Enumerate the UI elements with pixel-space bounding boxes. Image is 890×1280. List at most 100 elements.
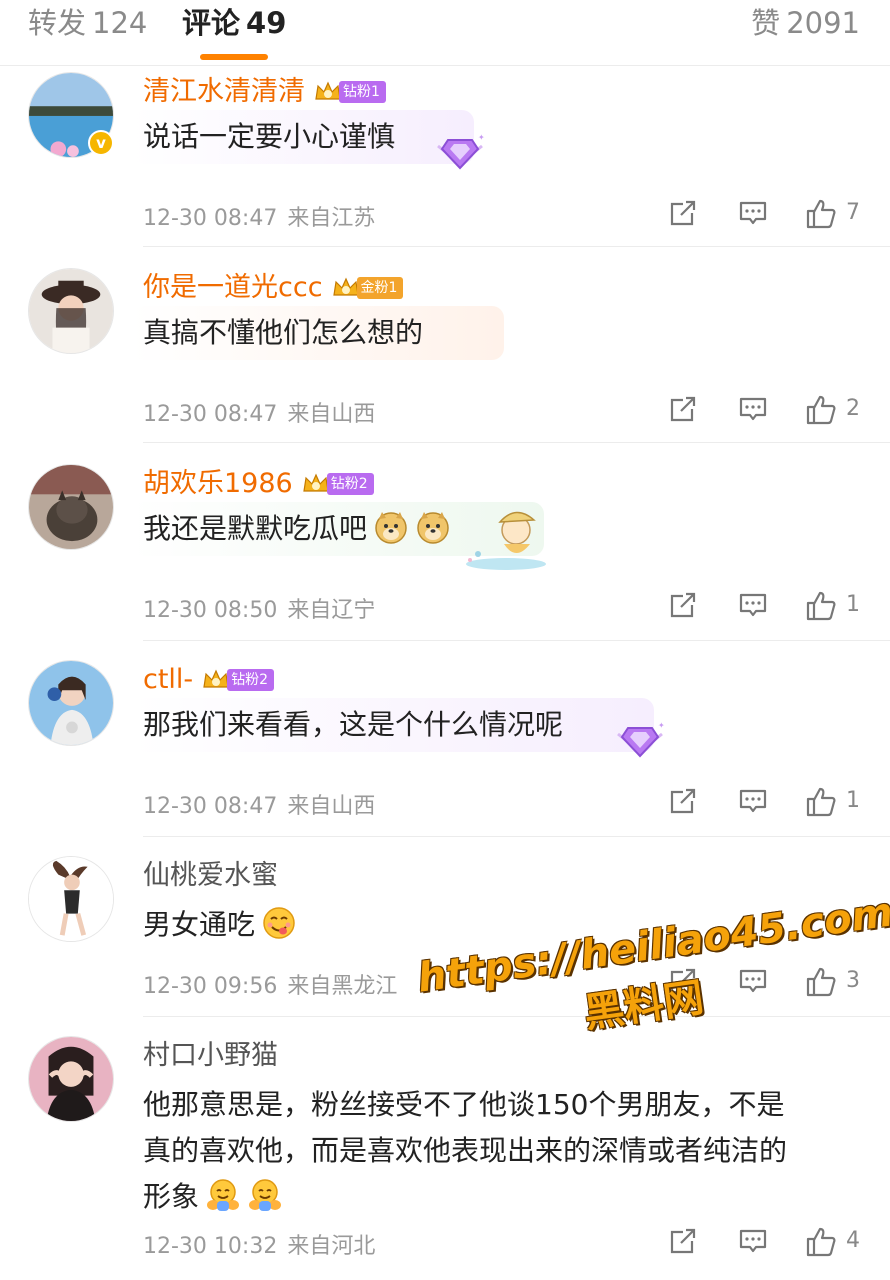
like-count: 1 bbox=[846, 592, 860, 617]
share-icon bbox=[670, 788, 696, 814]
comment-actions: 7 bbox=[0, 198, 890, 230]
username[interactable]: 村口小野猫 bbox=[143, 1039, 278, 1073]
username[interactable]: 仙桃爱水蜜 bbox=[143, 859, 278, 893]
share-button[interactable] bbox=[668, 1226, 698, 1256]
verified-icon: v bbox=[88, 130, 114, 156]
like-button[interactable] bbox=[805, 394, 837, 426]
like-button[interactable] bbox=[805, 198, 837, 230]
thumbs-up-icon bbox=[806, 787, 836, 817]
share-icon bbox=[670, 1228, 696, 1254]
svg-text:✦: ✦ bbox=[478, 133, 485, 142]
reply-button[interactable] bbox=[738, 590, 768, 620]
comment-text: 说话一定要小心谨慎 bbox=[143, 120, 396, 153]
share-icon bbox=[670, 200, 696, 226]
tab-comments[interactable]: 评论 49 bbox=[182, 6, 286, 40]
thumbs-up-icon bbox=[806, 967, 836, 997]
username[interactable]: 你是一道光ccc bbox=[143, 271, 323, 305]
thumbs-up-icon bbox=[806, 395, 836, 425]
comment-actions: 1 bbox=[0, 590, 890, 622]
share-button[interactable] bbox=[668, 786, 698, 816]
share-button[interactable] bbox=[668, 394, 698, 424]
fan-badge-label: 钻粉2 bbox=[227, 669, 275, 691]
comment-icon bbox=[739, 1229, 767, 1253]
comment-text: 那我们来看看，这是个什么情况呢 bbox=[143, 708, 564, 741]
fan-badge-label: 钻粉1 bbox=[339, 81, 386, 103]
diamond-decoration-icon: ✦ bbox=[437, 133, 485, 170]
thumbs-up-icon bbox=[806, 199, 836, 229]
tab-likes[interactable]: 赞 2091 bbox=[751, 6, 860, 40]
fan-badge: 钻粉2 bbox=[201, 667, 275, 693]
tab-repost[interactable]: 转发 124 bbox=[28, 6, 147, 40]
doge-emoji-icon bbox=[417, 512, 449, 544]
avatar[interactable] bbox=[28, 1036, 114, 1122]
fan-badge-label: 钻粉2 bbox=[326, 473, 374, 495]
thumbs-up-icon bbox=[806, 1227, 836, 1257]
tab-comments-count: 49 bbox=[246, 6, 287, 40]
comment-text-value: 我还是默默吃瓜吧 bbox=[143, 512, 368, 545]
comment-icon bbox=[739, 201, 767, 225]
yummy-emoji-icon bbox=[263, 907, 295, 939]
reply-button[interactable] bbox=[738, 394, 768, 424]
watermark-name: 黑料网 bbox=[581, 974, 707, 1037]
comment-text: 男女通吃 bbox=[143, 902, 843, 948]
share-icon bbox=[670, 592, 696, 618]
avatar[interactable] bbox=[28, 660, 114, 746]
comment-text-line: 形象 bbox=[143, 1180, 200, 1213]
comment-actions: 2 bbox=[0, 394, 890, 426]
thumbs-up-icon bbox=[806, 591, 836, 621]
reply-button[interactable] bbox=[738, 1226, 768, 1256]
comment-text: 真搞不懂他们怎么想的 bbox=[143, 316, 424, 349]
like-button[interactable] bbox=[805, 786, 837, 818]
share-button[interactable] bbox=[668, 966, 698, 996]
comment-icon bbox=[739, 397, 767, 421]
comment-actions: 1 bbox=[0, 786, 890, 818]
reply-button[interactable] bbox=[738, 966, 768, 996]
divider bbox=[143, 442, 890, 443]
reply-button[interactable] bbox=[738, 786, 768, 816]
comment-actions: 4 bbox=[0, 1226, 890, 1258]
cartoon-decoration-icon bbox=[466, 511, 546, 570]
share-icon bbox=[670, 968, 696, 994]
comment-tab-bar: 转发 124 评论 49 赞 2091 bbox=[0, 0, 890, 66]
divider bbox=[143, 246, 890, 247]
like-button[interactable] bbox=[805, 1226, 837, 1258]
comment-text-line: 真的喜欢他，而是喜欢他表现出来的深情或者纯洁的 bbox=[143, 1134, 788, 1167]
share-icon bbox=[670, 396, 696, 422]
divider bbox=[143, 640, 890, 641]
tab-repost-count: 124 bbox=[92, 6, 148, 40]
hug-emoji-icon bbox=[207, 1179, 240, 1211]
fan-badge: 钻粉2 bbox=[301, 471, 374, 497]
like-count: 1 bbox=[846, 788, 860, 813]
username[interactable]: 胡欢乐1986 bbox=[143, 467, 293, 501]
like-button[interactable] bbox=[805, 590, 837, 622]
svg-text:✦: ✦ bbox=[658, 721, 665, 730]
tab-likes-label: 赞 bbox=[751, 6, 781, 40]
comment-text-value: 男女通吃 bbox=[143, 908, 256, 941]
comment-icon bbox=[739, 969, 767, 993]
like-count: 4 bbox=[846, 1228, 860, 1253]
divider bbox=[143, 1016, 890, 1017]
comment-icon bbox=[739, 789, 767, 813]
tab-comments-label: 评论 bbox=[182, 6, 241, 40]
avatar[interactable] bbox=[28, 856, 114, 942]
like-button[interactable] bbox=[805, 966, 837, 998]
username[interactable]: ctll- bbox=[143, 663, 193, 697]
active-tab-indicator bbox=[200, 54, 268, 60]
avatar[interactable] bbox=[28, 268, 114, 354]
comment-icon bbox=[739, 593, 767, 617]
comment-text-line-with-emoji: 形象 bbox=[143, 1174, 843, 1220]
like-count: 7 bbox=[846, 200, 860, 225]
share-button[interactable] bbox=[668, 198, 698, 228]
avatar[interactable] bbox=[28, 464, 114, 550]
fan-badge-label: 金粉1 bbox=[356, 277, 404, 299]
comment-text: 他那意思是，粉丝接受不了他谈150个男朋友，不是 真的喜欢他，而是喜欢他表现出来… bbox=[143, 1082, 843, 1220]
tab-likes-count: 2091 bbox=[786, 6, 860, 40]
like-count: 3 bbox=[846, 968, 860, 993]
reply-button[interactable] bbox=[738, 198, 768, 228]
doge-emoji-icon bbox=[375, 512, 407, 544]
fan-badge: 钻粉1 bbox=[313, 79, 386, 105]
hug-emoji-icon bbox=[249, 1179, 282, 1211]
username[interactable]: 清江水清清清 bbox=[143, 75, 305, 109]
comment-text-line: 他那意思是，粉丝接受不了他谈150个男朋友，不是 bbox=[143, 1088, 785, 1121]
share-button[interactable] bbox=[668, 590, 698, 620]
